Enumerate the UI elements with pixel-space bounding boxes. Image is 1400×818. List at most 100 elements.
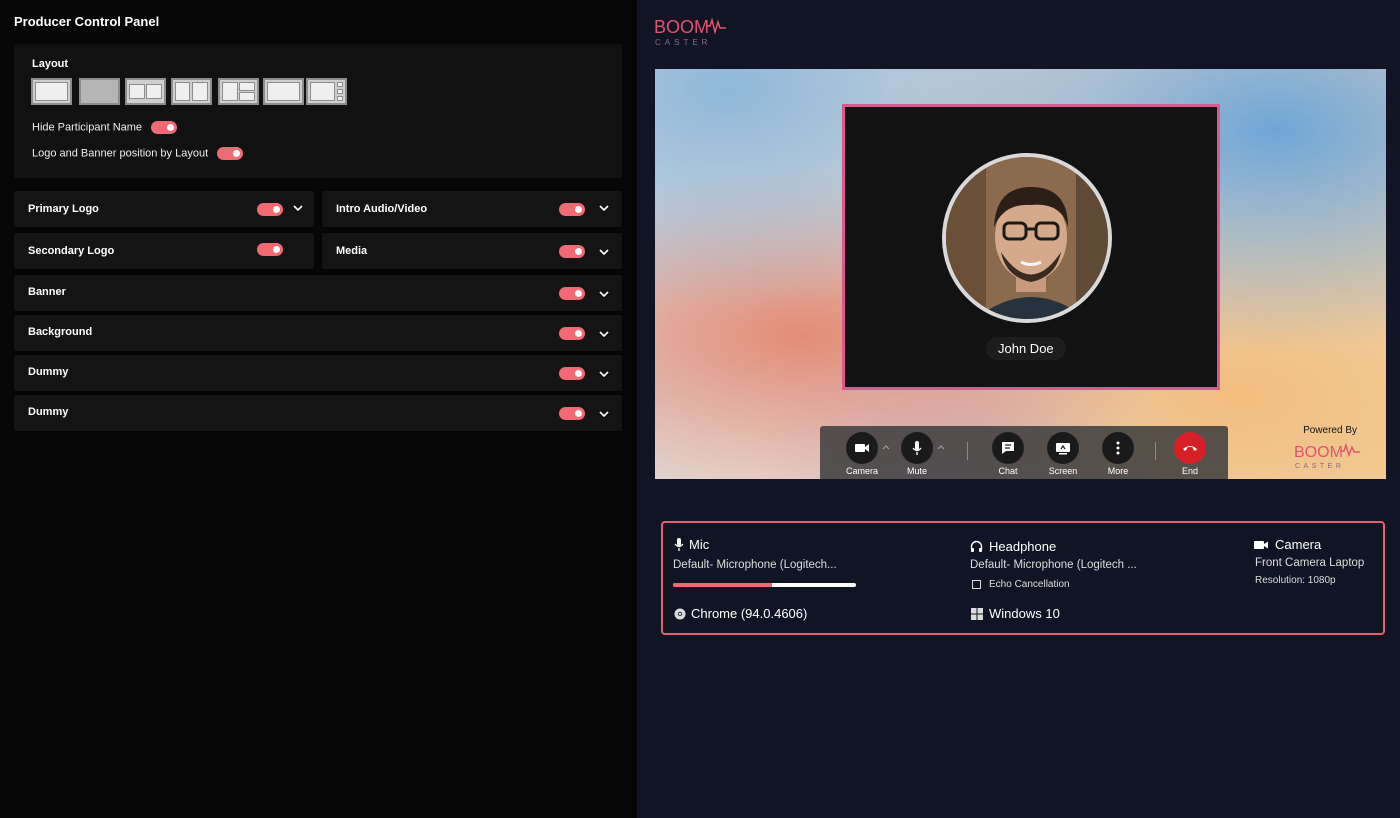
camera-button[interactable] <box>846 432 878 464</box>
end-label: End <box>1181 466 1198 476</box>
logo-banner-position-toggle[interactable] <box>217 147 244 160</box>
dummy-1-toggle[interactable] <box>559 367 585 380</box>
broadcast-stage: John Doe Powered By BOOM CASTER Camera M… <box>655 69 1386 479</box>
producer-control-panel: Producer Control Panel Layout Hide Parti… <box>0 0 637 818</box>
chevron-down-icon[interactable] <box>597 327 611 341</box>
intro-audio-video-toggle[interactable] <box>559 203 585 216</box>
microphone-icon <box>674 538 684 551</box>
section-label: Intro Audio/Video <box>336 203 428 215</box>
section-intro-audio-video[interactable]: Intro Audio/Video <box>322 191 622 227</box>
section-label: Background <box>28 326 93 338</box>
layout-card: Layout Hide Participant Name Logo and Ba… <box>14 44 622 178</box>
browser-info: Chrome (94.0.4606) <box>691 606 808 621</box>
section-label: Dummy <box>28 406 69 418</box>
section-dummy-2[interactable]: Dummy <box>14 395 622 431</box>
chevron-up-icon[interactable] <box>937 443 945 451</box>
video-camera-icon <box>855 444 869 452</box>
dummy-2-toggle[interactable] <box>559 407 585 420</box>
banner-toggle[interactable] <box>559 287 585 300</box>
camera-label: Camera <box>845 466 878 476</box>
chevron-down-icon[interactable] <box>597 287 611 301</box>
layout-option-single[interactable] <box>31 78 72 105</box>
os-info: Windows 10 <box>989 606 1060 621</box>
section-primary-logo[interactable]: Primary Logo <box>14 191 314 227</box>
secondary-logo-toggle[interactable] <box>257 243 283 256</box>
headphone-title: Headphone <box>989 539 1057 554</box>
section-label: Primary Logo <box>28 203 99 215</box>
section-background[interactable]: Background <box>14 315 622 351</box>
call-controls: Camera Mute Chat Screen More End <box>820 426 1228 479</box>
powered-by-logo: BOOM CASTER <box>1294 442 1360 470</box>
device-info-card: Mic Default- Microphone (Logitech... Hea… <box>661 521 1385 635</box>
chevron-down-icon[interactable] <box>291 201 305 215</box>
section-secondary-logo[interactable]: Secondary Logo <box>14 233 314 269</box>
media-toggle[interactable] <box>559 245 585 258</box>
mic-title: Mic <box>689 537 710 552</box>
more-button[interactable] <box>1102 432 1134 464</box>
more-vertical-icon <box>1116 441 1120 455</box>
camera-title: Camera <box>1275 537 1322 552</box>
layout-option-side-by-side[interactable] <box>125 78 166 105</box>
participant-tile: John Doe <box>842 104 1220 390</box>
screen-share-button[interactable] <box>1047 432 1079 464</box>
svg-text:CASTER: CASTER <box>1295 463 1344 470</box>
mute-label: Mute <box>906 466 927 476</box>
chat-button[interactable] <box>992 432 1024 464</box>
echo-cancellation-label: Echo Cancellation <box>989 579 1070 590</box>
participant-name: John Doe <box>986 337 1066 360</box>
more-label: More <box>1107 466 1129 476</box>
chevron-down-icon[interactable] <box>597 201 611 215</box>
screen-label: Screen <box>1048 466 1078 476</box>
mic-device: Default- Microphone (Logitech... <box>673 559 837 571</box>
camera-resolution: Resolution: 1080p <box>1255 575 1336 586</box>
divider <box>967 442 968 460</box>
chat-icon <box>1002 442 1014 454</box>
layout-option-presenter[interactable] <box>263 78 304 105</box>
chevron-down-icon[interactable] <box>597 367 611 381</box>
layout-label: Layout <box>32 58 69 70</box>
logo-banner-position-row: Logo and Banner position by Layout <box>32 147 244 160</box>
svg-text:BOOM: BOOM <box>1294 444 1343 461</box>
windows-icon <box>971 608 983 620</box>
end-call-button[interactable] <box>1174 432 1206 464</box>
svg-text:CASTER: CASTER <box>655 38 711 47</box>
hang-up-icon <box>1183 446 1197 451</box>
section-media[interactable]: Media <box>322 233 622 269</box>
primary-logo-toggle[interactable] <box>257 203 283 216</box>
section-label: Dummy <box>28 366 69 378</box>
section-banner[interactable]: Banner <box>14 275 622 311</box>
powered-by-label: Powered By <box>1303 425 1357 436</box>
svg-text:BOOM: BOOM <box>654 17 709 37</box>
camera-device: Front Camera Laptop <box>1255 557 1365 569</box>
chrome-icon <box>674 608 686 620</box>
chevron-down-icon[interactable] <box>597 407 611 421</box>
panel-title: Producer Control Panel <box>14 14 160 29</box>
headphone-device: Default- Microphone (Logitech ... <box>970 559 1137 571</box>
layout-option-two-split[interactable] <box>171 78 212 105</box>
hide-participant-name-label: Hide Participant Name <box>32 121 143 134</box>
headphone-icon <box>970 540 983 552</box>
echo-cancellation-checkbox[interactable] <box>972 580 981 589</box>
chevron-up-icon[interactable] <box>882 443 890 451</box>
logo-banner-position-label: Logo and Banner position by Layout <box>32 147 209 160</box>
boomcaster-logo: BOOM CASTER <box>654 17 726 47</box>
section-label: Secondary Logo <box>28 245 115 257</box>
hide-participant-name-toggle[interactable] <box>151 121 178 134</box>
microphone-icon <box>912 441 922 455</box>
section-label: Banner <box>28 286 66 298</box>
chevron-down-icon[interactable] <box>597 245 611 259</box>
mic-level-meter <box>673 583 856 587</box>
screen-share-icon <box>1056 443 1070 455</box>
participant-avatar <box>942 153 1112 323</box>
hide-participant-name-row: Hide Participant Name <box>32 121 178 134</box>
layout-option-fullscreen[interactable] <box>79 78 120 105</box>
background-toggle[interactable] <box>559 327 585 340</box>
chat-label: Chat <box>998 466 1018 476</box>
section-dummy-1[interactable]: Dummy <box>14 355 622 391</box>
mute-button[interactable] <box>901 432 933 464</box>
video-camera-icon <box>1254 541 1268 549</box>
section-label: Media <box>336 245 368 257</box>
mic-level-fill <box>673 583 772 587</box>
layout-option-three-grid[interactable] <box>218 78 259 105</box>
layout-option-sidebar[interactable] <box>306 78 347 105</box>
